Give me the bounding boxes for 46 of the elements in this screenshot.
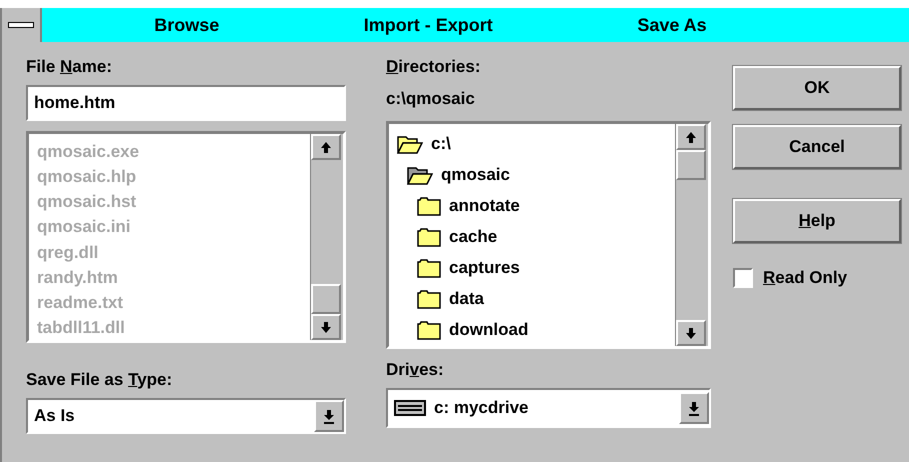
dialog-button[interactable]: Cancel <box>733 125 901 169</box>
directory-item[interactable]: cache <box>449 226 498 247</box>
scroll-up-button[interactable] <box>676 124 706 150</box>
up-arrow-icon <box>685 130 697 144</box>
dropdown-value: As Is <box>34 406 75 426</box>
folder-icon <box>417 258 441 278</box>
directory-item[interactable]: c:\ <box>431 134 451 154</box>
title-menu-item[interactable]: Save As <box>637 14 707 36</box>
field-label: Directories: <box>386 56 480 78</box>
dropdown-arrow-icon <box>688 400 700 416</box>
dropdown-value: c: mycdrive <box>434 398 528 418</box>
checkbox[interactable] <box>733 268 753 288</box>
scroll-down-button[interactable] <box>676 320 706 346</box>
directory-item[interactable]: data <box>449 289 484 310</box>
up-arrow-icon <box>320 140 332 154</box>
dropdown-arrow-icon <box>323 408 335 424</box>
directory-item[interactable]: annotate <box>449 196 520 216</box>
current-directory: c:\qmosaic <box>386 88 475 110</box>
folder-icon <box>417 289 441 310</box>
directory-item[interactable]: captures <box>449 258 520 278</box>
title-menu-item[interactable]: Browse <box>154 14 220 36</box>
file-name-field[interactable]: home.htm <box>26 85 346 121</box>
down-arrow-icon <box>685 326 697 340</box>
field-label: File Name: <box>26 56 112 78</box>
directory-item[interactable]: download <box>449 320 528 340</box>
open-folder-icon <box>407 164 433 185</box>
scroll-thumb[interactable] <box>676 150 706 180</box>
open-folder-icon <box>397 134 423 154</box>
field-label: Save File as Type: <box>26 369 172 391</box>
drive-icon <box>394 400 426 416</box>
folder-icon <box>417 320 441 340</box>
drives-dropdown[interactable]: c: mycdrive <box>386 388 711 428</box>
title-menu-item[interactable]: Import - Export <box>364 14 493 36</box>
dropdown-button[interactable] <box>314 400 344 432</box>
dialog-button[interactable]: Help <box>733 199 901 243</box>
system-menu-button[interactable] <box>2 8 42 42</box>
down-arrow-icon <box>320 320 332 334</box>
file-type-dropdown[interactable]: As Is <box>26 398 346 434</box>
menu-bar-icon <box>8 22 34 28</box>
folder-icon <box>417 226 441 247</box>
checkbox-label: Read Only <box>763 268 848 288</box>
directory-item[interactable]: qmosaic <box>441 164 510 185</box>
folder-icon <box>417 196 441 216</box>
field-label: Drives: <box>386 359 444 381</box>
dropdown-button[interactable] <box>679 392 709 424</box>
dialog-button[interactable]: OK <box>733 66 901 110</box>
